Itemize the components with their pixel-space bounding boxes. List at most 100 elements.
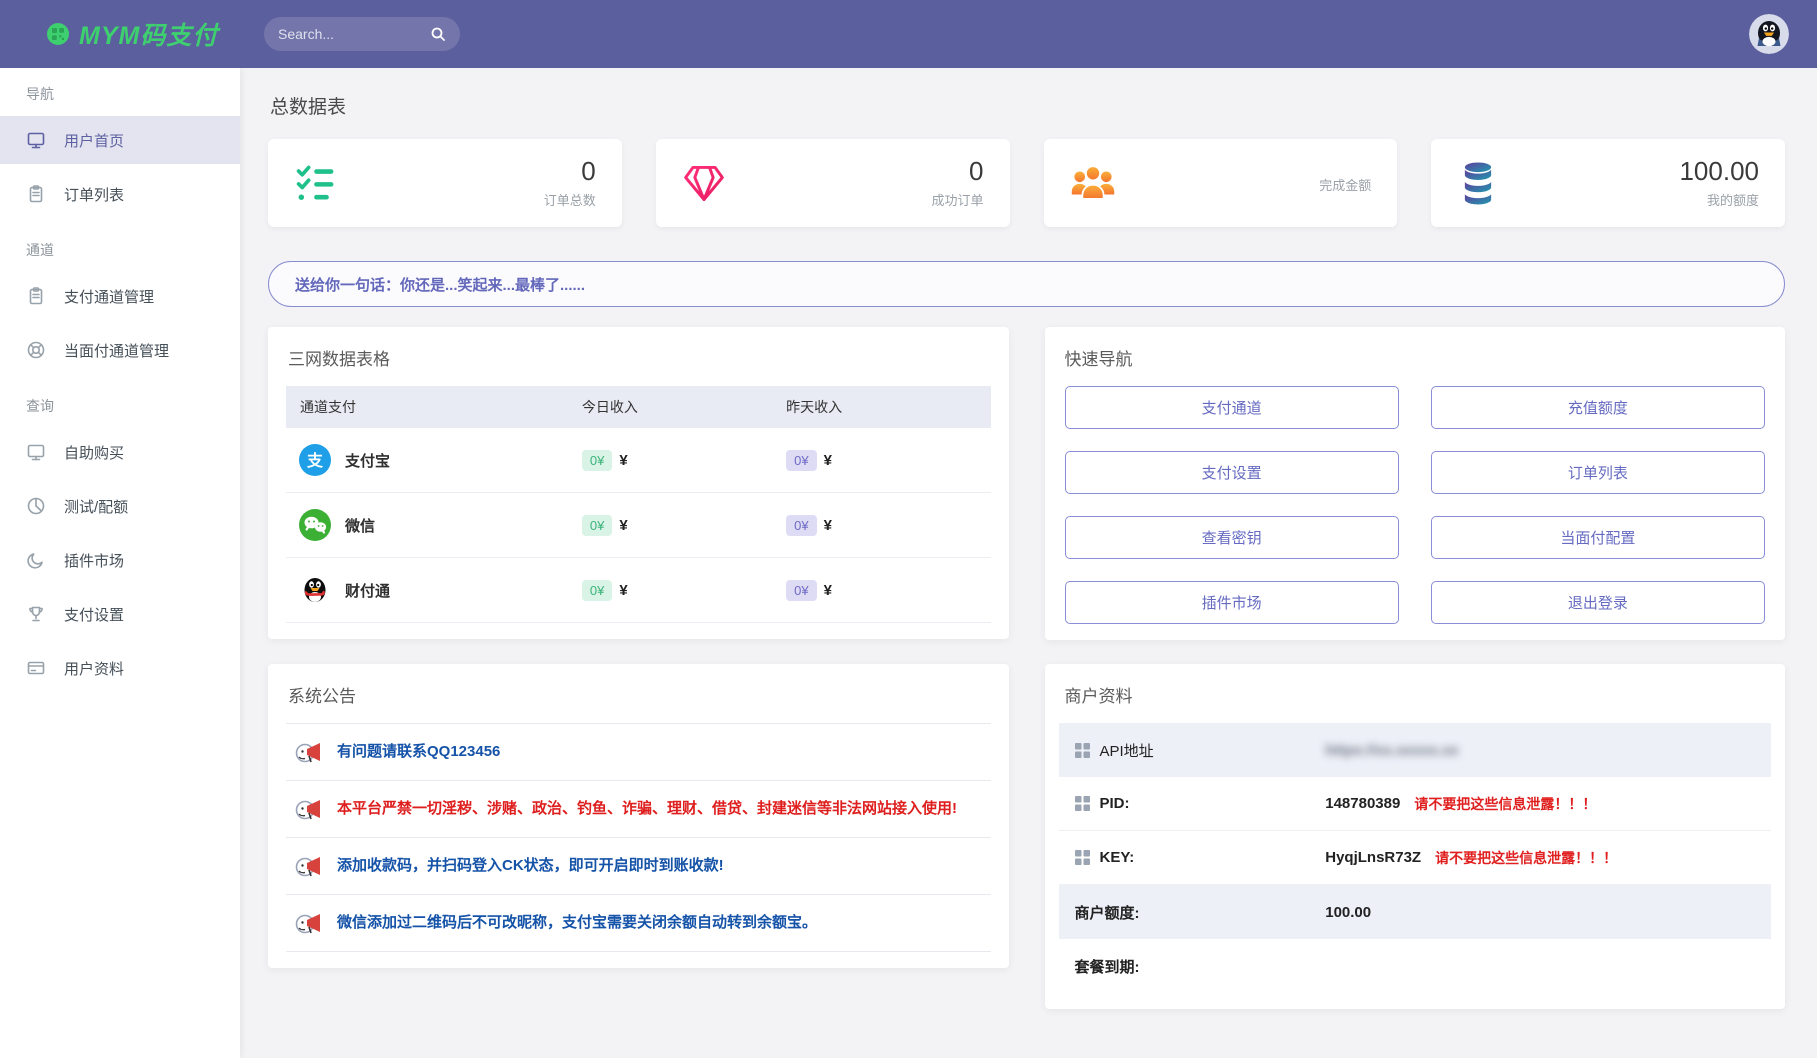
yen-sign: ¥ — [619, 517, 627, 534]
merchant-info-panel: 商户资料 API地址 https://xx.xxxxx.xx — [1045, 664, 1786, 1009]
quicknav-view-key-button[interactable]: 查看密钥 — [1065, 516, 1399, 559]
merchant-row-key: KEY: HyqjLnsR73Z 请不要把这些信息泄露！！！ — [1059, 831, 1772, 885]
quick-nav-panel: 快速导航 支付通道 充值额度 支付设置 订单列表 查看密钥 当面付配置 插件市场… — [1045, 327, 1786, 640]
channel-name: 财付通 — [345, 580, 390, 601]
sidebar-item-pay-settings[interactable]: 支付设置 — [0, 590, 240, 638]
announcement-text: 有问题请联系QQ123456 — [337, 742, 500, 762]
quote-banner: 送给你一句话：你还是...笑起来...最棒了...... — [268, 261, 1785, 307]
quicknav-pay-channel-button[interactable]: 支付通道 — [1065, 386, 1399, 429]
today-income-badge: 0¥ — [582, 450, 612, 471]
merchant-quota-value: 100.00 — [1325, 904, 1371, 921]
yen-sign: ¥ — [619, 582, 627, 599]
search-box — [264, 17, 460, 51]
megaphone-mascot-icon — [294, 794, 324, 824]
sidebar-item-label: 支付通道管理 — [64, 286, 154, 307]
merchant-label: KEY: — [1100, 849, 1135, 866]
megaphone-mascot-icon — [294, 851, 324, 881]
page-title: 总数据表 — [270, 92, 1785, 119]
quicknav-pay-settings-button[interactable]: 支付设置 — [1065, 451, 1399, 494]
col-header-today: 今日收入 — [582, 397, 786, 417]
quicknav-plugin-market-button[interactable]: 插件市场 — [1065, 581, 1399, 624]
search-input[interactable] — [278, 26, 430, 42]
sidebar-item-label: 当面付通道管理 — [64, 340, 169, 361]
grid-icon — [1075, 850, 1090, 865]
clipboard-icon — [26, 184, 46, 204]
user-avatar[interactable] — [1749, 14, 1789, 54]
sidebar-item-label: 支付设置 — [64, 604, 124, 625]
stat-label: 成功订单 — [931, 190, 983, 209]
sidebar-item-test-quota[interactable]: 测试/配额 — [0, 482, 240, 530]
monitor-icon — [26, 442, 46, 462]
merchant-row-plan-expiry: 套餐到期: — [1059, 939, 1772, 993]
pid-value: 148780389 — [1325, 795, 1400, 812]
stat-cards: 0 订单总数 0 成功订单 — [268, 139, 1785, 227]
announcement-item: 有问题请联系QQ123456 — [286, 724, 991, 781]
stat-label: 我的额度 — [1707, 190, 1759, 209]
sidebar-item-label: 测试/配额 — [64, 496, 128, 517]
merchant-label: 套餐到期: — [1075, 956, 1140, 977]
table-row: 微信 0¥¥ 0¥¥ — [286, 493, 991, 558]
channel-name: 微信 — [345, 515, 375, 536]
quicknav-f2f-config-button[interactable]: 当面付配置 — [1431, 516, 1765, 559]
key-value: HyqjLnsR73Z — [1325, 849, 1421, 866]
quicknav-recharge-quota-button[interactable]: 充值额度 — [1431, 386, 1765, 429]
merchant-row-api-url: API地址 https://xx.xxxxx.xx — [1059, 723, 1772, 777]
main-content: 总数据表 0 订单总数 — [240, 0, 1817, 1009]
tenpay-icon — [298, 573, 332, 607]
yesterday-income-badge: 0¥ — [786, 515, 816, 536]
brand-logo-icon — [46, 22, 70, 46]
grid-icon — [1075, 796, 1090, 811]
sidebar-section-nav: 导航 — [0, 68, 240, 116]
stat-card-success-orders: 0 成功订单 — [656, 139, 1010, 227]
brand[interactable]: MYM码支付 — [0, 16, 240, 52]
api-url-value-masked: https://xx.xxxxx.xx — [1325, 742, 1458, 759]
users-icon — [1070, 163, 1116, 203]
megaphone-mascot-icon — [294, 908, 324, 938]
credit-card-icon — [26, 658, 46, 678]
megaphone-mascot-icon — [294, 737, 324, 767]
stat-label: 完成金额 — [1319, 175, 1371, 194]
sidebar-item-pay-channel-mgmt[interactable]: 支付通道管理 — [0, 272, 240, 320]
sidebar-item-label: 自助购买 — [64, 442, 124, 463]
sidebar-item-user-profile[interactable]: 用户资料 — [0, 644, 240, 692]
penguin-avatar-icon — [1749, 14, 1789, 54]
merchant-label: PID: — [1100, 795, 1130, 812]
stat-value: 0 — [969, 157, 983, 187]
grid-icon — [1075, 743, 1090, 758]
quicknav-order-list-button[interactable]: 订单列表 — [1431, 451, 1765, 494]
sidebar-item-self-purchase[interactable]: 自助购买 — [0, 428, 240, 476]
announcement-item: 添加收款码，并扫码登入CK状态，即可开启即时到账收款! — [286, 838, 991, 895]
panel-title: 三网数据表格 — [288, 345, 1009, 370]
search-icon[interactable] — [430, 26, 446, 42]
announcement-text: 添加收款码，并扫码登入CK状态，即可开启即时到账收款! — [337, 856, 724, 876]
yesterday-income-badge: 0¥ — [786, 450, 816, 471]
brand-title: MYM码支付 — [79, 16, 218, 52]
announcements-panel: 系统公告 有问题请联系QQ123456 — [268, 664, 1009, 968]
table-row: 支 支付宝 0¥¥ 0¥¥ — [286, 428, 991, 493]
announcement-text: 本平台严禁一切淫秽、涉赌、政治、钓鱼、诈骗、理财、借贷、封建迷信等非法网站接入使… — [337, 799, 957, 819]
stat-value: 100.00 — [1679, 157, 1759, 187]
stat-card-completed-amount: 完成金额 — [1044, 139, 1398, 227]
merchant-label: API地址 — [1100, 740, 1154, 761]
table-header: 通道支付 今日收入 昨天收入 — [286, 386, 991, 428]
sidebar-item-label: 用户首页 — [64, 130, 124, 151]
key-leak-warning: 请不要把这些信息泄露！！！ — [1435, 848, 1617, 868]
sidebar-item-f2f-channel-mgmt[interactable]: 当面付通道管理 — [0, 326, 240, 374]
sidebar-item-user-home[interactable]: 用户首页 — [0, 116, 240, 164]
announcement-text: 微信添加过二维码后不可改昵称，支付宝需要关闭余额自动转到余额宝。 — [337, 913, 817, 933]
pie-chart-icon — [26, 496, 46, 516]
sidebar-item-order-list[interactable]: 订单列表 — [0, 170, 240, 218]
channel-name: 支付宝 — [345, 450, 390, 471]
clipboard-icon — [26, 286, 46, 306]
sidebar-item-plugin-market[interactable]: 插件市场 — [0, 536, 240, 584]
panel-title: 商户资料 — [1065, 682, 1786, 707]
svg-text:支: 支 — [306, 451, 324, 470]
stat-card-my-quota: 100.00 我的额度 — [1431, 139, 1785, 227]
merchant-label: 商户额度: — [1075, 902, 1140, 923]
today-income-badge: 0¥ — [582, 515, 612, 536]
quicknav-logout-button[interactable]: 退出登录 — [1431, 581, 1765, 624]
trophy-icon — [26, 604, 46, 624]
stat-value: 0 — [581, 157, 595, 187]
wechat-icon — [298, 508, 332, 542]
yesterday-income-badge: 0¥ — [786, 580, 816, 601]
